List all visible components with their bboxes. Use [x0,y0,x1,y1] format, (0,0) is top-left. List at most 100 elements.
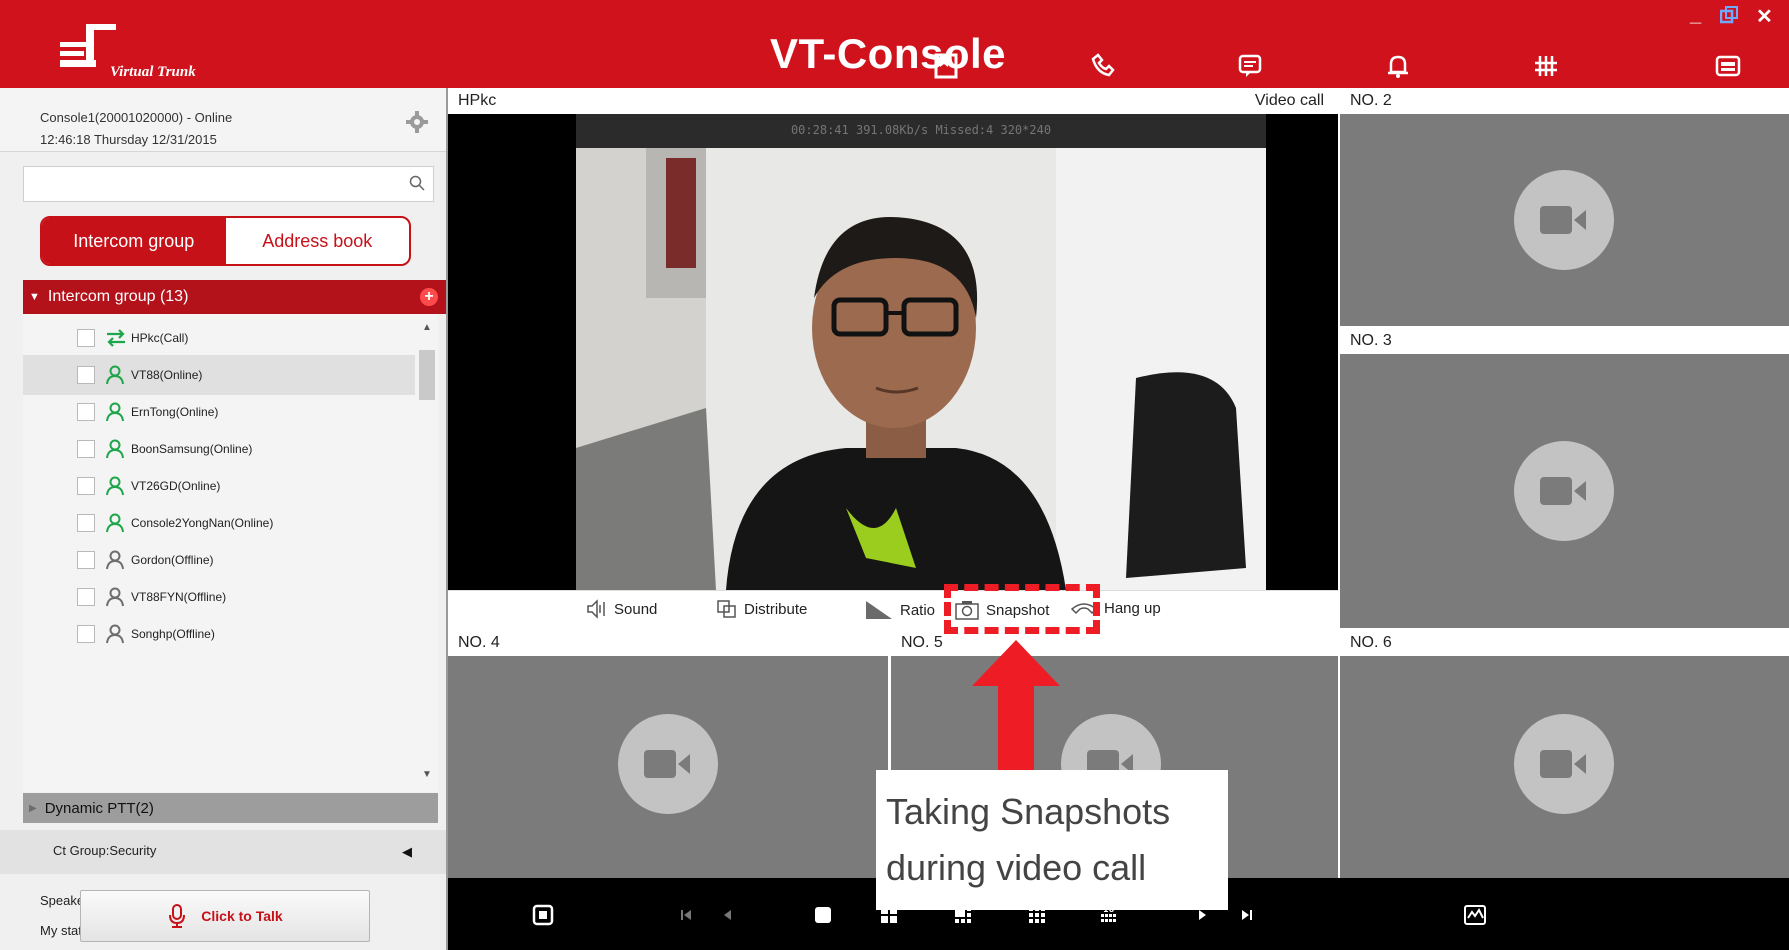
member-checkbox[interactable] [77,551,95,569]
member-row[interactable]: Songhp(Offline) [23,614,415,654]
printer-icon[interactable] [1712,50,1744,82]
dynamic-ptt-header[interactable]: ▶ Dynamic PTT(2) [23,793,438,823]
member-checkbox[interactable] [77,625,95,643]
phone-link-icon[interactable] [1086,50,1118,82]
member-row[interactable]: BoonSamsung(Online) [23,429,415,469]
map-icon[interactable] [1460,900,1490,930]
snapshot-highlight-box [944,584,1100,634]
video-camera-icon [1514,441,1614,541]
bookmark-icon[interactable] [930,50,962,82]
member-label: HPkc(Call) [131,331,189,345]
member-label: VT88FYN(Offline) [131,590,227,604]
vt-console-window: Virtual Trunk VT-Console _ ✕ Console1(20… [0,0,1789,950]
member-row[interactable]: Console2YongNan(Online) [23,503,415,543]
sound-button[interactable]: Sound [586,599,657,619]
member-checkbox[interactable] [77,588,95,606]
member-row[interactable]: VT26GD(Online) [23,466,415,506]
video-grid: HPkc Video call 00:28:41 391.08Kb/s Miss… [448,88,1789,878]
user-online-icon [105,439,125,464]
member-checkbox[interactable] [77,440,95,458]
ct-group-label: Ct Group:Security [53,843,157,858]
window-icon[interactable] [528,900,558,930]
virtual-trunk-logo: Virtual Trunk [58,22,258,84]
first-page-icon[interactable] [671,900,701,930]
video-frame-image [576,148,1266,590]
video-camera-icon [1514,714,1614,814]
ratio-label: Ratio [900,601,936,619]
member-label: Console2YongNan(Online) [131,516,274,530]
member-label: VT88(Online) [131,368,203,382]
member-checkbox[interactable] [77,514,95,532]
member-checkbox[interactable] [77,329,95,347]
member-row[interactable]: HPkc(Call) [23,318,415,358]
click-to-talk-label: Click to Talk [201,908,283,924]
main-video-type: Video call [1254,92,1324,109]
app-title: VT-Console [770,30,1007,77]
last-page-icon[interactable] [1232,900,1262,930]
scroll-thumb[interactable] [419,350,435,400]
distribute-button[interactable]: Distribute [716,599,807,619]
user-online-icon [105,402,125,427]
member-checkbox[interactable] [77,477,95,495]
cell-no2-title: NO. 2 [1340,88,1789,114]
search-input[interactable] [24,167,384,201]
cell-no3-video[interactable] [1340,354,1789,628]
call-stats-bar: 00:28:41 391.08Kb/s Missed:4 320*240 [576,114,1266,148]
cell-no6-video[interactable] [1340,656,1789,878]
member-label: BoonSamsung(Online) [131,442,253,456]
app-header: Virtual Trunk VT-Console _ ✕ [0,0,1789,88]
user-offline-icon [105,587,125,612]
scroll-up-icon[interactable]: ▲ [422,322,432,333]
intercom-group-label: Intercom group (13) [47,288,189,305]
intercom-group-header[interactable]: ▼ Intercom group (13) + [23,280,446,314]
user-offline-icon [105,550,125,575]
close-button[interactable]: ✕ [1756,4,1773,29]
minimize-button[interactable]: _ [1690,4,1701,27]
call-arrows-icon [105,328,127,353]
cell-no4-video[interactable] [448,656,888,878]
annotation-line1: Taking Snapshots [886,791,1171,832]
bell-icon[interactable] [1382,50,1414,82]
grid-hash-icon[interactable] [1530,50,1562,82]
dynamic-ptt-label: Dynamic PTT(2) [44,799,154,817]
console-status: Console1(20001020000) - Online 12:46:18 … [0,88,446,152]
member-row[interactable]: Gordon(Offline) [23,540,415,580]
left-arrow-icon[interactable]: ◀ [402,844,412,860]
scroll-down-icon[interactable]: ▼ [422,769,432,780]
main-video-caller: HPkc [458,92,497,109]
hang-up-label: Hang up [1104,599,1161,617]
add-group-button[interactable]: + [420,288,438,306]
member-row[interactable]: VT88(Online) [23,355,415,395]
restore-icon[interactable] [1719,6,1738,30]
ct-group-row[interactable]: Ct Group:Security ◀ [0,830,446,874]
video-controls: Sound Distribute Ratio Snapshot Hang up [448,590,1338,628]
cell-no2-video[interactable] [1340,114,1789,326]
cell-no4-title: NO. 4 [448,630,888,656]
distribute-label: Distribute [744,600,808,618]
search-box [23,166,434,202]
member-list-scrollbar[interactable]: ▲ ▼ [416,314,438,792]
tab-intercom-group[interactable]: Intercom group [42,218,226,264]
call-stats-text: 00:28:41 391.08Kb/s Missed:4 320*240 [790,123,1052,137]
search-icon[interactable] [409,175,425,196]
user-online-icon [105,476,125,501]
layout-1-icon[interactable] [808,900,838,930]
member-label: ErnTong(Online) [131,405,219,419]
tab-address-book[interactable]: Address book [226,218,410,264]
ratio-button[interactable]: Ratio [864,599,935,621]
main-video-feed[interactable]: 00:28:41 391.08Kb/s Missed:4 320*240 [448,114,1338,590]
click-to-talk-button[interactable]: Click to Talk [80,890,370,942]
prev-icon[interactable] [712,900,742,930]
member-row[interactable]: VT88FYN(Offline) [23,577,415,617]
member-checkbox[interactable] [77,403,95,421]
gear-icon[interactable] [405,110,429,139]
distribute-icon [717,600,736,618]
sidebar-tabs: Intercom group Address book [40,216,411,266]
message-icon[interactable] [1234,50,1266,82]
member-checkbox[interactable] [77,366,95,384]
member-row[interactable]: ErnTong(Online) [23,392,415,432]
member-label: Gordon(Offline) [131,553,214,567]
annotation-arrow-shaft [998,682,1034,770]
sound-label: Sound [614,600,658,618]
main-video-titlebar: HPkc Video call [448,88,1338,114]
